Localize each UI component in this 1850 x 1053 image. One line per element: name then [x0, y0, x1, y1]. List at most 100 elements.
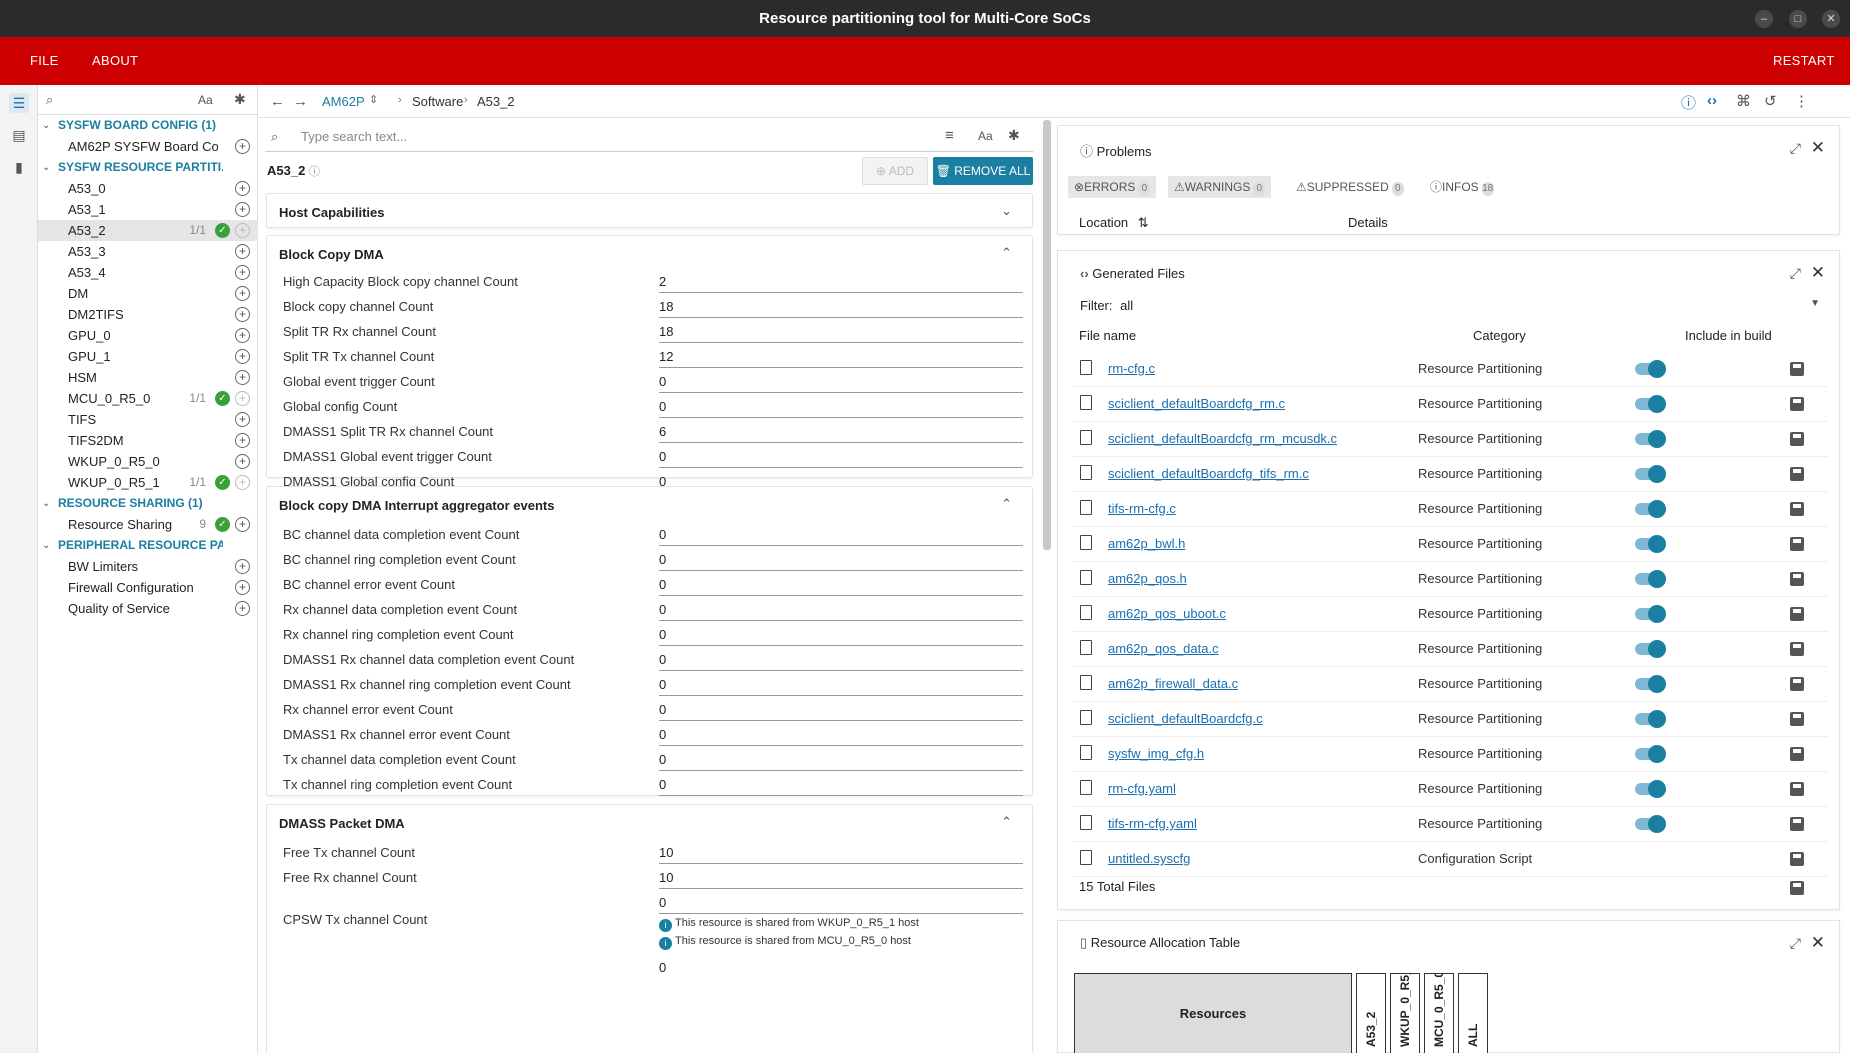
- close-icon[interactable]: ✕: [1811, 138, 1825, 158]
- include-in-build-toggle[interactable]: [1635, 605, 1666, 623]
- expand-icon[interactable]: ⤢: [1790, 935, 1801, 952]
- include-in-build-toggle[interactable]: [1635, 395, 1666, 413]
- add-icon[interactable]: +: [235, 202, 250, 217]
- add-icon[interactable]: +: [235, 559, 250, 574]
- save-icon[interactable]: [1790, 467, 1804, 481]
- property-value-field[interactable]: 0: [659, 895, 1023, 914]
- device-selector-icon[interactable]: ⇕: [369, 93, 378, 106]
- save-icon[interactable]: [1790, 362, 1804, 376]
- property-value-field[interactable]: 10: [659, 845, 1023, 864]
- add-icon[interactable]: +: [235, 475, 250, 490]
- save-icon[interactable]: [1790, 677, 1804, 691]
- include-in-build-toggle[interactable]: [1635, 780, 1666, 798]
- tree-item[interactable]: Quality of Service +: [38, 598, 258, 619]
- tree-item[interactable]: A53_0 +: [38, 178, 258, 199]
- minimize-button[interactable]: –: [1755, 10, 1773, 28]
- maximize-button[interactable]: □: [1789, 10, 1807, 28]
- include-in-build-toggle[interactable]: [1635, 640, 1666, 658]
- regex-icon[interactable]: ✱: [1008, 127, 1020, 144]
- save-icon[interactable]: [1790, 782, 1804, 796]
- property-value-field[interactable]: 0: [659, 449, 1023, 468]
- remove-all-button[interactable]: 🗑 REMOVE ALL: [933, 157, 1033, 185]
- tree-item[interactable]: AM62P SYSFW Board Co... +: [38, 136, 258, 157]
- tree-item[interactable]: GPU_0 +: [38, 325, 258, 346]
- tab-suppressed[interactable]: ⚠SUPPRESSED 0: [1290, 176, 1410, 198]
- chevron-down-icon[interactable]: ⌄: [42, 115, 50, 136]
- add-icon[interactable]: +: [235, 244, 250, 259]
- chevron-down-icon[interactable]: ⌄: [42, 535, 50, 556]
- tree-group[interactable]: ⌄ SYSFW RESOURCE PARTITI...: [38, 157, 258, 178]
- save-icon[interactable]: [1790, 852, 1804, 866]
- tree-item[interactable]: Resource Sharing 9 ✓ +: [38, 514, 258, 535]
- property-value-field[interactable]: 10: [659, 870, 1023, 889]
- search-input[interactable]: Type search text...: [301, 129, 407, 144]
- add-icon[interactable]: +: [235, 286, 250, 301]
- add-icon[interactable]: +: [235, 370, 250, 385]
- include-in-build-toggle[interactable]: [1635, 500, 1666, 518]
- tree-group[interactable]: ⌄ RESOURCE SHARING (1): [38, 493, 258, 514]
- include-in-build-toggle[interactable]: [1635, 675, 1666, 693]
- add-icon[interactable]: +: [235, 223, 250, 238]
- tree-item[interactable]: A53_2 1/1 ✓ +: [38, 220, 258, 241]
- property-value-field[interactable]: 6: [659, 424, 1023, 443]
- property-value-field[interactable]: 0: [659, 374, 1023, 393]
- code-icon[interactable]: ‹›: [1707, 92, 1717, 109]
- chip-icon[interactable]: ⌘: [1736, 92, 1751, 110]
- tree-group[interactable]: ⌄ SYSFW BOARD CONFIG (1): [38, 115, 258, 136]
- list-icon[interactable]: ≡: [945, 127, 954, 144]
- include-in-build-toggle[interactable]: [1635, 430, 1666, 448]
- add-icon[interactable]: +: [235, 307, 250, 322]
- include-in-build-toggle[interactable]: [1635, 710, 1666, 728]
- file-link[interactable]: sciclient_defaultBoardcfg_rm.c: [1108, 396, 1285, 411]
- filter-select[interactable]: Filter: all ▼: [1080, 298, 1826, 320]
- property-value-field[interactable]: 2: [659, 274, 1023, 293]
- property-value-field[interactable]: 0: [659, 627, 1023, 646]
- add-button[interactable]: ⊕ ADD: [862, 157, 928, 185]
- save-icon[interactable]: [1790, 817, 1804, 831]
- match-case-icon[interactable]: Aa: [978, 129, 993, 143]
- info-icon[interactable]: ⓘ: [1681, 92, 1696, 113]
- save-icon[interactable]: [1790, 642, 1804, 656]
- file-link[interactable]: sciclient_defaultBoardcfg_rm_mcusdk.c: [1108, 431, 1337, 446]
- tree-item[interactable]: DM2TIFS +: [38, 304, 258, 325]
- file-link[interactable]: tifs-rm-cfg.yaml: [1108, 816, 1197, 831]
- property-value-field[interactable]: 0: [659, 752, 1023, 771]
- file-link[interactable]: am62p_qos.h: [1108, 571, 1187, 586]
- tree-item[interactable]: A53_3 +: [38, 241, 258, 262]
- save-icon[interactable]: [1790, 607, 1804, 621]
- tree-item[interactable]: BW Limiters +: [38, 556, 258, 577]
- chevron-down-icon[interactable]: ⌄: [42, 157, 50, 178]
- save-icon[interactable]: [1790, 397, 1804, 411]
- section-host-capabilities[interactable]: Host Capabilities ⌄: [266, 193, 1033, 228]
- file-link[interactable]: sysfw_img_cfg.h: [1108, 746, 1204, 761]
- property-value-field[interactable]: 18: [659, 324, 1023, 343]
- include-in-build-toggle[interactable]: [1635, 535, 1666, 553]
- file-link[interactable]: am62p_qos_uboot.c: [1108, 606, 1226, 621]
- add-icon[interactable]: +: [235, 349, 250, 364]
- restart-button[interactable]: RESTART: [1773, 53, 1835, 68]
- property-value-field[interactable]: 0: [659, 677, 1023, 696]
- expand-icon[interactable]: ⤢: [1790, 265, 1801, 282]
- close-window-button[interactable]: ✕: [1822, 10, 1840, 28]
- back-arrow-icon[interactable]: ←: [270, 93, 285, 110]
- property-value-field[interactable]: 0: [659, 727, 1023, 746]
- tree-group[interactable]: ⌄ PERIPHERAL RESOURCE PA...: [38, 535, 258, 556]
- chevron-up-icon[interactable]: ⌃: [1001, 496, 1012, 512]
- tree-item[interactable]: Firewall Configuration +: [38, 577, 258, 598]
- add-icon[interactable]: +: [235, 580, 250, 595]
- menu-about[interactable]: ABOUT: [92, 53, 138, 68]
- expand-icon[interactable]: ⤢: [1790, 140, 1801, 157]
- chevron-down-icon[interactable]: ⌄: [1001, 203, 1012, 219]
- add-icon[interactable]: +: [235, 181, 250, 196]
- tab-errors[interactable]: ⊗ERRORS 0: [1068, 176, 1157, 198]
- add-icon[interactable]: +: [235, 601, 250, 616]
- include-in-build-toggle[interactable]: [1635, 570, 1666, 588]
- close-icon[interactable]: ✕: [1811, 933, 1825, 953]
- property-value-field[interactable]: 0: [659, 527, 1023, 546]
- file-link[interactable]: am62p_bwl.h: [1108, 536, 1185, 551]
- tree-item[interactable]: HSM +: [38, 367, 258, 388]
- add-icon[interactable]: +: [235, 139, 250, 154]
- property-value-field[interactable]: 0: [659, 960, 1023, 979]
- tree-item[interactable]: MCU_0_R5_0 1/1 ✓ +: [38, 388, 258, 409]
- property-value-field[interactable]: 0: [659, 652, 1023, 671]
